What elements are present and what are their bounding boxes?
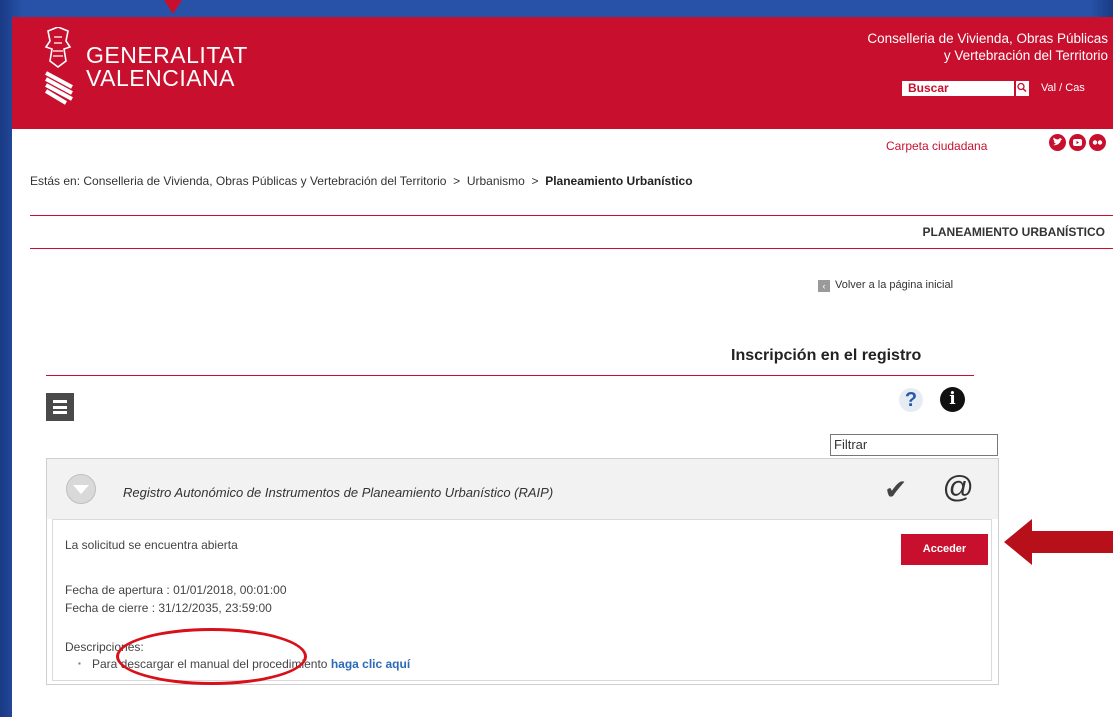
breadcrumb-current: Planeamiento Urbanístico — [545, 174, 693, 188]
youtube-icon[interactable] — [1069, 134, 1086, 151]
page-title: PLANEAMIENTO URBANÍSTICO — [922, 225, 1105, 239]
breadcrumb-separator: > — [446, 174, 467, 188]
closing-date: Fecha de cierre : 31/12/2035, 23:59:00 — [65, 601, 272, 615]
department-name[interactable]: Conselleria de Vivienda, Obras Públicas … — [867, 30, 1108, 64]
divider — [46, 375, 974, 376]
red-circle-annotation — [116, 628, 307, 685]
back-to-home-link[interactable]: Volver a la página inicial — [835, 279, 953, 291]
department-line1: Conselleria de Vivienda, Obras Públicas — [867, 31, 1108, 46]
browser-page: GENERALITAT VALENCIANA Conselleria de Vi… — [12, 17, 1113, 717]
generalitat-logo[interactable]: GENERALITAT VALENCIANA — [86, 44, 248, 90]
breadcrumb-conselleria[interactable]: Conselleria de Vivienda, Obras Públicas … — [83, 174, 446, 188]
generalitat-emblem-icon[interactable] — [44, 27, 74, 111]
search-icon — [1017, 82, 1027, 93]
twitter-icon[interactable] — [1049, 134, 1066, 151]
divider — [30, 215, 1113, 216]
logo-line1: GENERALITAT — [86, 42, 248, 68]
divider — [30, 248, 1113, 249]
logo-line2: VALENCIANA — [86, 65, 236, 91]
help-icon[interactable]: ? — [899, 388, 923, 412]
red-arrow-annotation-icon — [1004, 519, 1113, 565]
carpeta-ciudadana-link[interactable]: Carpeta ciudadana — [886, 139, 987, 153]
bullet-icon: ▪ — [78, 659, 81, 668]
hamburger-icon — [53, 400, 67, 403]
site-header: GENERALITAT VALENCIANA Conselleria de Vi… — [12, 17, 1113, 129]
menu-button[interactable] — [46, 393, 74, 421]
status-text: La solicitud se encuentra abierta — [65, 538, 238, 552]
section-heading: Inscripción en el registro — [731, 347, 922, 364]
filter-input[interactable]: Filtrar — [830, 434, 998, 456]
breadcrumb: Estás en: Conselleria de Vivienda, Obras… — [30, 174, 693, 188]
opening-date: Fecha de apertura : 01/01/2018, 00:01:00 — [65, 583, 287, 597]
search-button[interactable] — [1015, 81, 1029, 96]
back-arrow-icon[interactable]: ‹ — [818, 280, 830, 292]
language-switch[interactable]: Val / Cas — [1041, 82, 1085, 94]
breadcrumb-prefix: Estás en: — [30, 174, 84, 188]
flickr-icon[interactable] — [1089, 134, 1106, 151]
department-line2: y Vertebración del Territorio — [943, 48, 1108, 63]
procedure-title: Registro Autonómico de Instrumentos de P… — [123, 485, 554, 500]
pointer-arrow-icon — [164, 0, 182, 14]
manual-download-link[interactable]: haga clic aquí — [331, 657, 410, 671]
info-icon[interactable]: i — [940, 387, 965, 412]
expand-toggle-icon[interactable] — [66, 474, 96, 504]
checkmark-icon: ✔ — [884, 474, 908, 505]
breadcrumb-separator: > — [524, 174, 546, 188]
procedure-header[interactable]: Registro Autonómico de Instrumentos de P… — [47, 459, 998, 519]
at-sign-icon: @ — [942, 469, 974, 504]
search-input[interactable]: Buscar — [902, 81, 1014, 96]
breadcrumb-urbanismo[interactable]: Urbanismo — [467, 174, 525, 188]
acceder-button[interactable]: Acceder — [901, 534, 988, 565]
